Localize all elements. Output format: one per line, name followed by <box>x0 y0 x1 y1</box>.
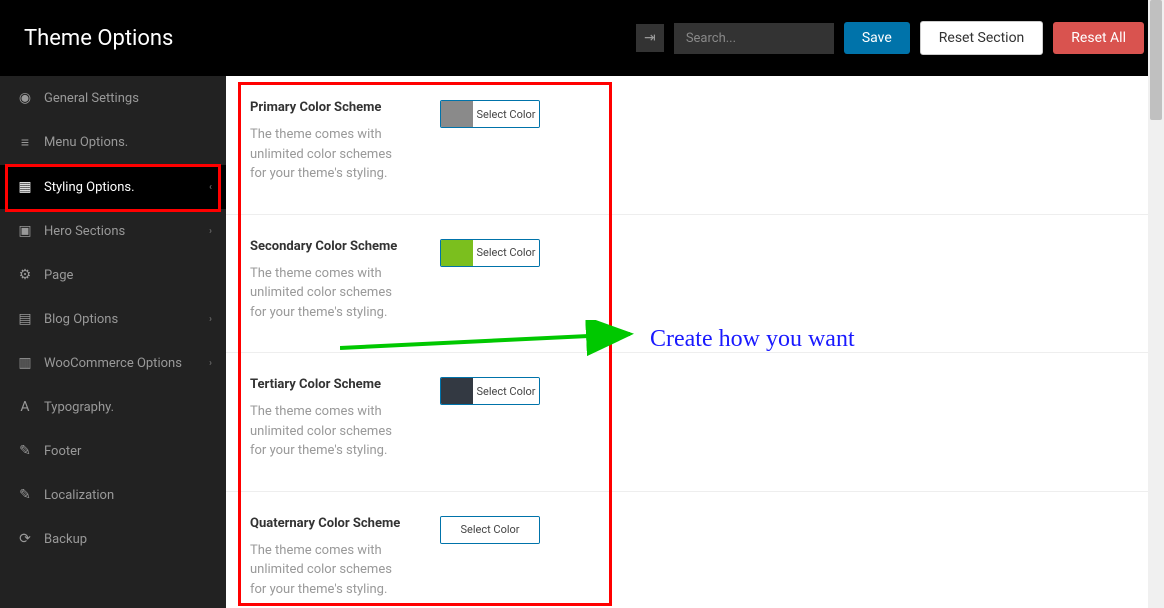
edit-icon: ✎ <box>16 487 34 503</box>
expand-icon-button[interactable]: ⇥ <box>636 24 664 52</box>
option-title: Primary Color Scheme <box>250 100 440 115</box>
select-color-label: Select Color <box>441 517 539 543</box>
save-button[interactable]: Save <box>844 22 910 54</box>
option-info: Primary Color Scheme The theme comes with… <box>250 100 440 184</box>
option-control: Select Color <box>440 516 540 600</box>
font-icon: A <box>16 399 34 415</box>
select-color-label: Select Color <box>473 378 539 404</box>
option-control: Select Color <box>440 100 540 184</box>
color-swatch <box>441 240 473 266</box>
option-row: Primary Color Scheme The theme comes with… <box>226 76 1164 215</box>
chevron-icon: › <box>209 358 212 369</box>
cogs-icon: ⚙ <box>16 267 34 283</box>
sidebar-item-label: Blog Options <box>44 312 118 327</box>
edit-icon: ✎ <box>16 443 34 459</box>
header-controls: ⇥ Save Reset Section Reset All <box>636 21 1144 55</box>
scrollbar-track[interactable] <box>1148 0 1164 608</box>
select-color-label: Select Color <box>473 101 539 127</box>
select-color-label: Select Color <box>473 240 539 266</box>
sidebar-item-label: Localization <box>44 488 114 503</box>
option-info: Tertiary Color Scheme The theme comes wit… <box>250 377 440 461</box>
list-icon: ≡ <box>16 134 34 151</box>
sidebar-item-label: Typography. <box>44 400 114 415</box>
sidebar-item-footer[interactable]: ✎ Footer <box>0 429 226 473</box>
reset-section-button[interactable]: Reset Section <box>920 21 1044 55</box>
option-info: Quaternary Color Scheme The theme comes w… <box>250 516 440 600</box>
color-picker[interactable]: Select Color <box>440 377 540 405</box>
option-description: The theme comes with unlimited color sch… <box>250 541 410 600</box>
option-row: Tertiary Color Scheme The theme comes wit… <box>226 353 1164 492</box>
option-control: Select Color <box>440 239 540 323</box>
sidebar: ◉ General Settings ≡ Menu Options. ▦ Styling … <box>0 76 226 608</box>
chevron-icon: ‹ <box>209 182 212 193</box>
search-input[interactable] <box>674 23 834 54</box>
cart-icon: ▥ <box>16 355 34 371</box>
option-title: Tertiary Color Scheme <box>250 377 440 392</box>
option-info: Secondary Color Scheme The theme comes wi… <box>250 239 440 323</box>
sidebar-item-label: Page <box>44 268 73 283</box>
sidebar-item-woocommerce-options[interactable]: ▥ WooCommerce Options › <box>0 341 226 385</box>
color-swatch <box>441 378 473 404</box>
sidebar-item-general-settings[interactable]: ◉ General Settings <box>0 76 226 120</box>
color-picker[interactable]: Select Color <box>440 100 540 128</box>
image-icon: ▣ <box>16 223 34 239</box>
reset-all-button[interactable]: Reset All <box>1053 22 1144 54</box>
main-content: Primary Color Scheme The theme comes with… <box>226 76 1164 608</box>
option-row: Secondary Color Scheme The theme comes wi… <box>226 215 1164 354</box>
expand-icon: ⇥ <box>644 30 656 46</box>
sidebar-item-label: Backup <box>44 532 87 547</box>
header-bar: Theme Options ⇥ Save Reset Section Reset… <box>0 0 1164 76</box>
gauge-icon: ◉ <box>16 90 34 106</box>
option-description: The theme comes with unlimited color sch… <box>250 402 410 461</box>
chevron-icon: › <box>209 314 212 325</box>
option-description: The theme comes with unlimited color sch… <box>250 264 410 323</box>
sidebar-item-label: Footer <box>44 444 81 459</box>
sidebar-item-styling-options[interactable]: ▦ Styling Options. ‹ <box>0 165 226 209</box>
sidebar-item-label: Menu Options. <box>44 135 128 150</box>
sidebar-item-page[interactable]: ⚙ Page <box>0 253 226 297</box>
option-row: Quaternary Color Scheme The theme comes w… <box>226 492 1164 608</box>
scrollbar-thumb[interactable] <box>1150 0 1162 120</box>
option-title: Secondary Color Scheme <box>250 239 440 254</box>
color-picker[interactable]: Select Color <box>440 516 540 544</box>
sidebar-item-backup[interactable]: ⟳ Backup <box>0 517 226 561</box>
option-control: Select Color <box>440 377 540 461</box>
sidebar-item-typography[interactable]: A Typography. <box>0 385 226 429</box>
sidebar-item-menu-options[interactable]: ≡ Menu Options. <box>0 120 226 165</box>
newspaper-icon: ▤ <box>16 311 34 327</box>
refresh-icon: ⟳ <box>16 531 34 547</box>
option-description: The theme comes with unlimited color sch… <box>250 125 410 184</box>
sidebar-item-hero-sections[interactable]: ▣ Hero Sections › <box>0 209 226 253</box>
sidebar-item-label: General Settings <box>44 91 139 106</box>
chevron-icon: › <box>209 226 212 237</box>
color-picker[interactable]: Select Color <box>440 239 540 267</box>
sidebar-item-label: WooCommerce Options <box>44 356 182 371</box>
sidebar-item-label: Styling Options. <box>44 180 135 195</box>
sidebar-item-label: Hero Sections <box>44 224 125 239</box>
palette-icon: ▦ <box>16 179 34 195</box>
option-title: Quaternary Color Scheme <box>250 516 440 531</box>
sidebar-item-localization[interactable]: ✎ Localization <box>0 473 226 517</box>
color-swatch <box>441 101 473 127</box>
sidebar-item-blog-options[interactable]: ▤ Blog Options › <box>0 297 226 341</box>
page-title: Theme Options <box>24 26 173 51</box>
